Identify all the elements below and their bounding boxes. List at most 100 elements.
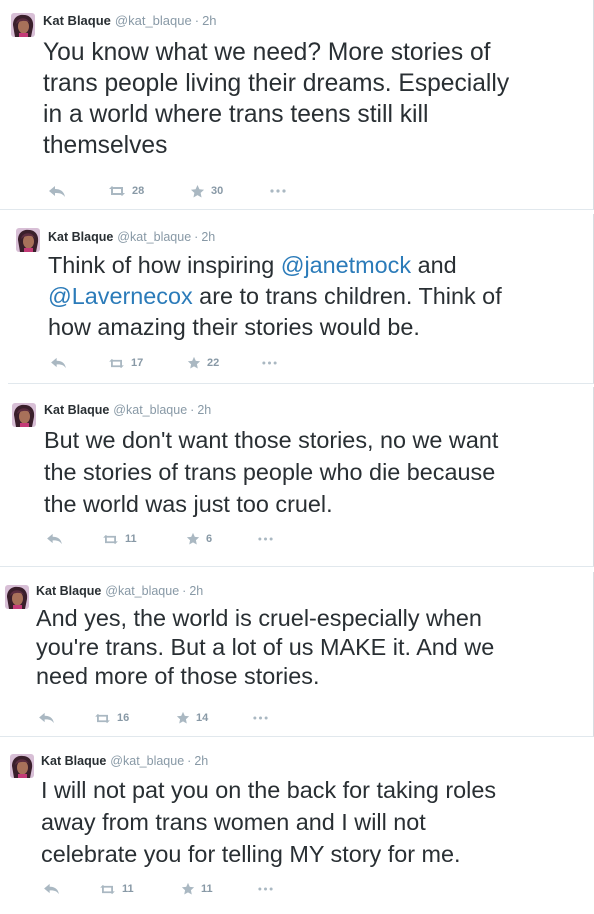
star-icon — [187, 356, 201, 369]
tweet-text-line: the stories of trans people who die beca… — [44, 459, 496, 485]
star-icon — [181, 882, 195, 895]
reply-button[interactable] — [43, 881, 60, 897]
retweet-icon — [109, 358, 124, 368]
reply-icon — [47, 533, 62, 545]
favorite-button[interactable]: 6 — [186, 531, 212, 547]
more-dots-icon — [270, 189, 286, 193]
favorite-button[interactable]: 22 — [187, 355, 219, 371]
timestamp[interactable]: 2h — [197, 403, 211, 417]
reply-button[interactable] — [48, 183, 66, 199]
star-icon — [190, 184, 205, 197]
tweet-2[interactable]: Kat Blaque @kat_blaque · 2h Think of how in… — [8, 214, 594, 384]
favorite-count: 11 — [201, 883, 213, 895]
separator: · — [182, 584, 187, 598]
separator: · — [190, 403, 195, 417]
avatar[interactable] — [10, 754, 34, 778]
retweet-button[interactable]: 11 — [102, 531, 137, 547]
tweet-header: Kat Blaque @kat_blaque · 2h — [43, 13, 217, 29]
star-icon — [186, 532, 200, 545]
reply-icon — [51, 357, 66, 369]
timestamp[interactable]: 2h — [194, 754, 208, 768]
tweet-actions: 11 6 — [46, 531, 296, 547]
retweet-icon — [109, 186, 125, 196]
more-dots-icon — [253, 716, 268, 720]
tweet-3[interactable]: Kat Blaque @kat_blaque · 2h But we don't wa… — [0, 387, 594, 567]
tweet-text: You know what we need? More stories of t… — [43, 37, 509, 161]
tweet-text: But we don't want those stories, no we w… — [44, 424, 498, 520]
tweet-text-line: trans people living their dreams. Especi… — [43, 70, 510, 97]
more-button[interactable] — [270, 183, 286, 199]
reply-button[interactable] — [38, 710, 55, 726]
tweet-header: Kat Blaque @kat_blaque · 2h — [36, 583, 203, 599]
timestamp[interactable]: 2h — [189, 584, 203, 598]
retweet-count: 17 — [131, 357, 144, 369]
author-handle[interactable]: @kat_blaque — [115, 13, 192, 28]
mention-link[interactable]: @janetmock — [281, 252, 411, 278]
reply-icon — [49, 185, 65, 197]
separator: · — [187, 754, 192, 768]
retweet-count: 28 — [132, 185, 145, 197]
tweet-1[interactable]: Kat Blaque @kat_blaque · 2h You know what w… — [0, 0, 594, 210]
tweet-4[interactable]: Kat Blaque @kat_blaque · 2h And yes, the wo… — [0, 572, 594, 737]
favorite-count: 22 — [207, 357, 220, 369]
retweet-count: 16 — [117, 712, 130, 724]
tweet-text-line: You know what we need? More stories of — [43, 39, 491, 66]
author-name[interactable]: Kat Blaque — [41, 754, 106, 768]
tweet-text-line: how amazing their stories would be. — [48, 314, 420, 340]
retweet-button[interactable]: 11 — [99, 881, 134, 897]
tweet-text: I will not pat you on the back for takin… — [41, 774, 496, 870]
author-name[interactable]: Kat Blaque — [48, 230, 113, 244]
tweet-header: Kat Blaque @kat_blaque · 2h — [41, 753, 208, 769]
author-name[interactable]: Kat Blaque — [36, 584, 101, 598]
author-handle[interactable]: @kat_blaque — [110, 754, 184, 768]
retweet-button[interactable]: 17 — [108, 355, 143, 371]
tweet-text-line: Think of how inspiring @janetmock and — [48, 252, 457, 278]
timestamp[interactable]: 2h — [201, 230, 215, 244]
favorite-count: 6 — [206, 533, 213, 545]
favorite-count: 30 — [211, 185, 224, 197]
reply-button[interactable] — [46, 531, 63, 547]
timestamp[interactable]: 2h — [202, 13, 216, 28]
retweet-icon — [103, 534, 118, 544]
avatar[interactable] — [5, 585, 29, 609]
favorite-button[interactable]: 14 — [176, 710, 208, 726]
author-handle[interactable]: @kat_blaque — [105, 584, 179, 598]
tweet-text-line: away from trans women and I will not — [41, 809, 426, 835]
tweet-text-line: I will not pat you on the back for takin… — [41, 777, 497, 803]
separator: · — [194, 230, 199, 244]
more-button[interactable] — [258, 531, 273, 547]
retweet-button[interactable]: 16 — [94, 710, 129, 726]
retweet-icon — [100, 884, 115, 894]
author-name[interactable]: Kat Blaque — [44, 403, 109, 417]
more-button[interactable] — [253, 710, 268, 726]
tweet-5[interactable]: Kat Blaque @kat_blaque · 2h I will not pat … — [0, 741, 594, 914]
tweet-text-line: in a world where trans teens still kill — [43, 101, 429, 128]
tweet-header: Kat Blaque @kat_blaque · 2h — [44, 402, 211, 418]
avatar[interactable] — [16, 228, 40, 252]
tweet-actions: 11 11 — [43, 881, 293, 897]
retweet-count: 11 — [125, 533, 137, 545]
author-name[interactable]: Kat Blaque — [43, 13, 111, 28]
more-button[interactable] — [258, 881, 273, 897]
star-icon — [176, 711, 190, 724]
favorite-button[interactable]: 30 — [190, 183, 223, 199]
tweet-text-line: the world was just too cruel. — [44, 491, 333, 517]
reply-icon — [44, 883, 59, 895]
author-handle[interactable]: @kat_blaque — [113, 403, 187, 417]
retweet-button[interactable]: 28 — [108, 183, 144, 199]
favorite-count: 14 — [196, 712, 209, 724]
favorite-button[interactable]: 11 — [181, 881, 213, 897]
more-button[interactable] — [262, 355, 277, 371]
author-handle[interactable]: @kat_blaque — [117, 230, 191, 244]
tweet-text-line: themselves — [43, 132, 168, 159]
more-dots-icon — [262, 361, 277, 365]
tweet-text: And yes, the world is cruel-especially w… — [36, 604, 494, 691]
tweet-text-line: need more of those stories. — [36, 663, 320, 689]
avatar[interactable] — [11, 13, 35, 37]
tweet-header: Kat Blaque @kat_blaque · 2h — [48, 229, 215, 245]
reply-button[interactable] — [50, 355, 67, 371]
tweet-text-line: And yes, the world is cruel-especially w… — [36, 605, 482, 631]
mention-link[interactable]: @Lavernecox — [48, 283, 193, 309]
tweet-actions: 28 30 — [48, 183, 308, 199]
avatar[interactable] — [12, 403, 36, 427]
